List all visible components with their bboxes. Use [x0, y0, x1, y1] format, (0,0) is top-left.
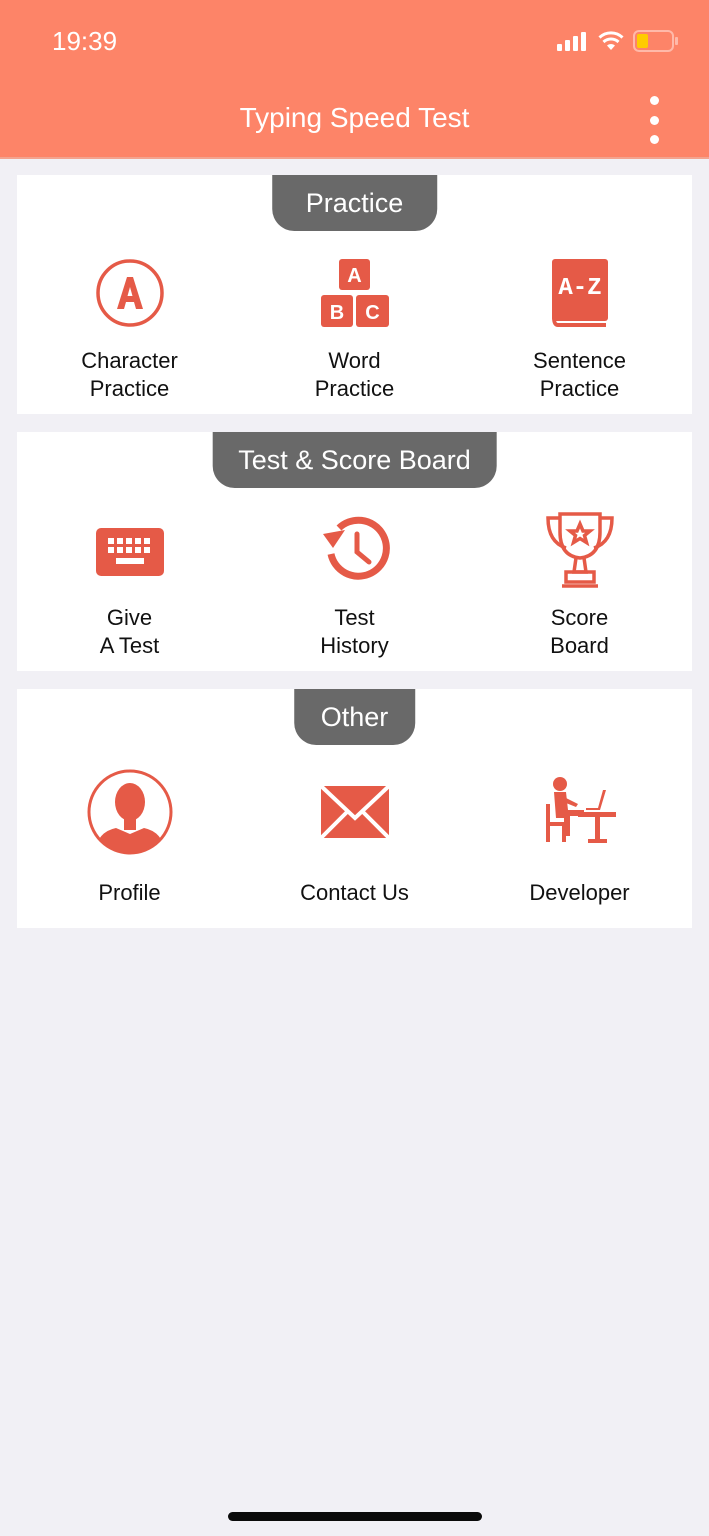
- trophy-icon: [542, 512, 618, 588]
- battery-icon: [633, 30, 678, 52]
- item-label: Profile: [98, 880, 161, 905]
- developer-icon: [535, 767, 625, 857]
- item-label: Developer: [529, 880, 630, 905]
- score-board-button[interactable]: Score Board: [467, 512, 692, 660]
- page-title: Typing Speed Test: [239, 102, 470, 133]
- status-icons: [557, 30, 679, 52]
- section-test-score-board: Test & Score Board Give A Test Test Hist…: [17, 432, 692, 671]
- section-title: Other: [293, 689, 416, 745]
- home-indicator[interactable]: [228, 1512, 482, 1521]
- developer-button[interactable]: Developer: [467, 767, 692, 907]
- app-header: 19:39 Typing Speed Test: [0, 0, 709, 159]
- item-label: Character Practice: [81, 348, 178, 401]
- section-title: Practice: [271, 175, 438, 231]
- profile-button[interactable]: Profile: [17, 767, 242, 907]
- section-title: Test & Score Board: [212, 432, 497, 488]
- keyboard-icon: [92, 512, 168, 588]
- svg-text:A: A: [347, 265, 361, 287]
- item-label: Give A Test: [99, 605, 160, 658]
- section-other: Other Profile Contact Us Developer: [17, 689, 692, 928]
- history-icon: [317, 512, 393, 588]
- svg-text:A-Z: A-Z: [558, 275, 601, 302]
- signal-icon: [557, 32, 586, 51]
- a-z-book-icon: A-Z: [542, 255, 618, 331]
- abc-blocks-icon: A B C: [317, 255, 393, 331]
- svg-text:C: C: [365, 302, 379, 324]
- character-practice-button[interactable]: Character Practice: [17, 255, 242, 403]
- svg-text:B: B: [329, 302, 343, 324]
- item-label: Word Practice: [314, 348, 395, 401]
- more-vertical-icon[interactable]: [642, 96, 666, 144]
- letter-a-circle-icon: [92, 255, 168, 331]
- word-practice-button[interactable]: A B C Word Practice: [242, 255, 467, 403]
- status-time: 19:39: [52, 26, 118, 56]
- sentence-practice-button[interactable]: A-Z Sentence Practice: [467, 255, 692, 403]
- give-a-test-button[interactable]: Give A Test: [17, 512, 242, 660]
- item-label: Sentence Practice: [533, 348, 626, 401]
- section-practice: Practice Character Practice A B C Word P…: [17, 175, 692, 414]
- wifi-icon: [598, 31, 624, 50]
- item-label: Score Board: [550, 605, 609, 658]
- item-label: Test History: [320, 605, 389, 658]
- test-history-button[interactable]: Test History: [242, 512, 467, 660]
- profile-icon: [85, 767, 175, 857]
- mail-icon: [310, 767, 400, 857]
- item-label: Contact Us: [300, 880, 409, 905]
- contact-us-button[interactable]: Contact Us: [242, 767, 467, 907]
